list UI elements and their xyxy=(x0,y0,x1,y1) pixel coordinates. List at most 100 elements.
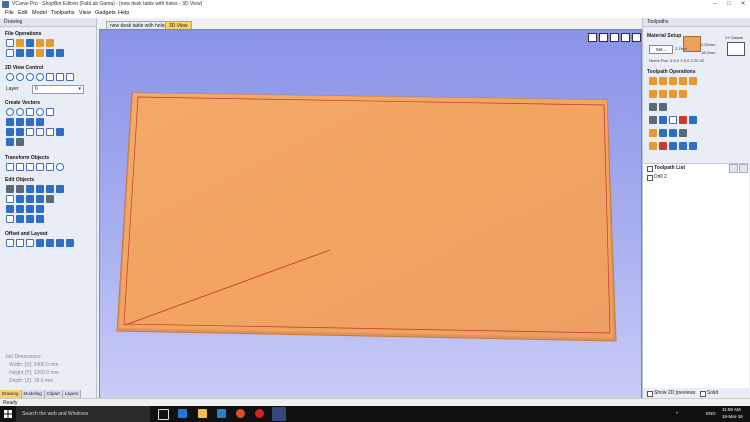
redo-icon[interactable] xyxy=(56,49,64,57)
edge-browser-icon[interactable] xyxy=(178,409,187,418)
inlay-toolpath-icon[interactable] xyxy=(649,90,657,98)
fillet-icon[interactable] xyxy=(26,195,34,203)
ellipse-icon[interactable] xyxy=(16,108,24,116)
taskbar-search-input[interactable]: Search the web and Windows xyxy=(16,406,150,422)
job-setup-icon[interactable] xyxy=(6,49,14,57)
copy-along-vector-icon[interactable] xyxy=(46,239,54,247)
nesting-icon[interactable] xyxy=(56,239,64,247)
direction-icon[interactable] xyxy=(36,215,44,223)
layer-select[interactable]: 0 ▾ xyxy=(32,85,84,94)
minimize-button[interactable]: – xyxy=(708,0,722,9)
arrow-icon[interactable] xyxy=(26,215,34,223)
drill-toolpath-icon[interactable] xyxy=(669,77,677,85)
tab-layers[interactable]: Layers xyxy=(62,390,82,398)
file-explorer-icon[interactable] xyxy=(198,409,207,418)
save-icon[interactable] xyxy=(26,39,34,47)
toolpath-template-icon[interactable] xyxy=(689,116,697,124)
profile-toolpath-icon[interactable] xyxy=(649,77,657,85)
view-3d-icon[interactable] xyxy=(56,73,64,81)
move-down-icon[interactable] xyxy=(739,164,748,173)
zoom-in-icon[interactable] xyxy=(26,73,34,81)
bounding-box-icon[interactable] xyxy=(6,215,14,223)
wrapped-toolpath-icon[interactable] xyxy=(689,142,697,150)
delete-icon[interactable] xyxy=(46,195,54,203)
move-up-icon[interactable] xyxy=(729,164,738,173)
paste-icon[interactable] xyxy=(36,49,44,57)
moulding-toolpath-icon[interactable] xyxy=(679,90,687,98)
line-icon[interactable] xyxy=(6,118,14,126)
rotate-icon[interactable] xyxy=(16,163,24,171)
store-icon[interactable] xyxy=(217,409,226,418)
view-2d-icon[interactable] xyxy=(46,73,54,81)
star-icon[interactable] xyxy=(46,108,54,116)
new-file-icon[interactable] xyxy=(6,39,14,47)
close-button[interactable]: ✕ xyxy=(736,0,750,9)
layout-icon[interactable] xyxy=(66,239,74,247)
mirror-icon[interactable] xyxy=(36,163,44,171)
rectangle-icon[interactable] xyxy=(26,108,34,116)
array-copy-icon[interactable] xyxy=(26,239,34,247)
tab-icon[interactable] xyxy=(16,215,24,223)
menu-help[interactable]: Help xyxy=(118,10,129,16)
menu-edit[interactable]: Edit xyxy=(18,10,27,16)
import-bitmap-icon[interactable] xyxy=(46,39,54,47)
solid-checkbox[interactable] xyxy=(700,391,706,397)
menu-model[interactable]: Model xyxy=(32,10,47,16)
menu-toolpaths[interactable]: Toolpaths xyxy=(51,10,75,16)
zoom-extents-icon[interactable] xyxy=(6,73,14,81)
pocket-toolpath-icon[interactable] xyxy=(659,77,667,85)
reset-preview-icon[interactable] xyxy=(659,142,667,150)
menu-file[interactable]: File xyxy=(5,10,14,16)
clock-date[interactable]: 16-Mar-16 xyxy=(722,414,743,419)
toolpath-summary-icon[interactable] xyxy=(669,129,677,137)
maximize-button[interactable]: □ xyxy=(722,0,736,9)
prism-toolpath-icon[interactable] xyxy=(659,90,667,98)
preview-toolpath-icon[interactable] xyxy=(649,142,657,150)
spiral-icon[interactable] xyxy=(36,118,44,126)
delete-toolpath-icon[interactable] xyxy=(679,116,687,124)
smooth-icon[interactable] xyxy=(26,205,34,213)
distort-icon[interactable] xyxy=(46,163,54,171)
subtract-icon[interactable] xyxy=(6,195,14,203)
close-vector-icon[interactable] xyxy=(16,205,24,213)
join-icon[interactable] xyxy=(46,185,54,193)
material-set-button[interactable]: Set... xyxy=(649,45,673,54)
trim-icon[interactable] xyxy=(36,195,44,203)
quick-engrave-icon[interactable] xyxy=(679,77,687,85)
import-icon[interactable] xyxy=(36,39,44,47)
intersect-icon[interactable] xyxy=(16,195,24,203)
language-indicator[interactable]: ENG xyxy=(706,411,716,416)
view-both-icon[interactable] xyxy=(66,73,74,81)
merge-toolpath-icon[interactable] xyxy=(659,129,667,137)
vcarve-taskbar-icon[interactable] xyxy=(272,407,286,421)
flute-toolpath-icon[interactable] xyxy=(669,90,677,98)
align-icon[interactable] xyxy=(56,163,64,171)
simulation-icon[interactable] xyxy=(679,129,687,137)
node-edit-icon[interactable] xyxy=(16,185,24,193)
fillet-corners-icon[interactable] xyxy=(16,239,24,247)
polygon-icon[interactable] xyxy=(36,108,44,116)
ungroup-icon[interactable] xyxy=(36,185,44,193)
drill-2-checkbox[interactable] xyxy=(647,175,653,181)
circular-array-icon[interactable] xyxy=(36,239,44,247)
pen-icon[interactable] xyxy=(16,138,24,146)
tab-drawing[interactable]: Drawing xyxy=(0,390,22,398)
task-view-icon[interactable] xyxy=(158,409,169,420)
menu-view[interactable]: View xyxy=(79,10,91,16)
setup-sheet-icon[interactable] xyxy=(679,142,687,150)
save-toolpath-icon[interactable] xyxy=(669,142,677,150)
dimension-icon[interactable] xyxy=(26,128,34,136)
trace-icon[interactable] xyxy=(6,138,14,146)
chevron-up-icon[interactable]: ^ xyxy=(676,411,678,416)
edit-toolpath-icon[interactable] xyxy=(659,116,667,124)
move-icon[interactable] xyxy=(6,163,14,171)
extend-icon[interactable] xyxy=(6,205,14,213)
windows-start-icon[interactable] xyxy=(4,410,12,418)
measure-icon[interactable] xyxy=(36,128,44,136)
dogbone-icon[interactable] xyxy=(36,205,44,213)
open-file-icon[interactable] xyxy=(16,39,24,47)
text-icon[interactable] xyxy=(6,128,14,136)
tab-clipart[interactable]: Clipart xyxy=(44,390,63,398)
curve-icon[interactable] xyxy=(26,118,34,126)
group-icon[interactable] xyxy=(26,185,34,193)
